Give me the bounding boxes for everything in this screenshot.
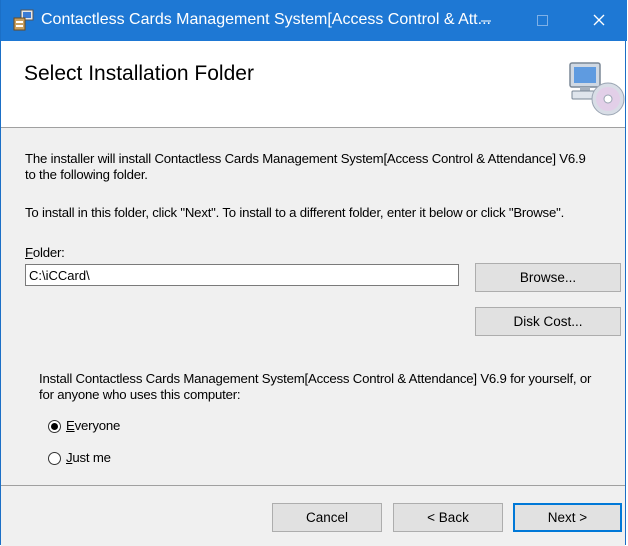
next-button[interactable]: Next > xyxy=(513,503,622,532)
radio-button-unselected[interactable] xyxy=(48,452,61,465)
window-title: Contactless Cards Management System[Acce… xyxy=(41,11,491,28)
radio-just-me-label[interactable]: Just me xyxy=(66,450,111,465)
back-button[interactable]: < Back xyxy=(393,503,503,532)
page-header: Select Installation Folder xyxy=(1,41,625,128)
folder-label: Folder: xyxy=(25,245,65,260)
installer-window: Contactless Cards Management System[Acce… xyxy=(0,0,627,546)
radio-dot xyxy=(51,423,58,430)
button-bar: Cancel < Back Next > xyxy=(1,485,625,546)
install-for-text-line1: Install Contactless Cards Management Sys… xyxy=(39,371,592,386)
close-button[interactable] xyxy=(571,0,627,41)
install-for-text-line2: for anyone who uses this computer: xyxy=(39,387,241,402)
maximize-button[interactable] xyxy=(514,0,570,41)
cancel-button[interactable]: Cancel xyxy=(272,503,382,532)
intro-text-line2: to the following folder. xyxy=(25,167,148,182)
close-icon xyxy=(593,14,605,26)
browse-button[interactable]: Browse... xyxy=(475,263,621,292)
maximize-icon xyxy=(537,15,548,26)
computer-cd-icon xyxy=(566,59,626,119)
instructions-text: To install in this folder, click "Next".… xyxy=(25,205,565,220)
minimize-icon xyxy=(481,20,491,22)
folder-path-input[interactable] xyxy=(25,264,459,286)
radio-everyone-label[interactable]: Everyone xyxy=(66,418,120,433)
title-bar[interactable]: Contactless Cards Management System[Acce… xyxy=(1,0,627,41)
minimize-button[interactable] xyxy=(458,0,514,41)
content-area: The installer will install Contactless C… xyxy=(1,128,625,485)
installer-app-icon xyxy=(12,9,34,31)
radio-button-selected[interactable] xyxy=(48,420,61,433)
disk-cost-button[interactable]: Disk Cost... xyxy=(475,307,621,336)
intro-text-line1: The installer will install Contactless C… xyxy=(25,151,586,166)
page-title: Select Installation Folder xyxy=(24,62,254,85)
